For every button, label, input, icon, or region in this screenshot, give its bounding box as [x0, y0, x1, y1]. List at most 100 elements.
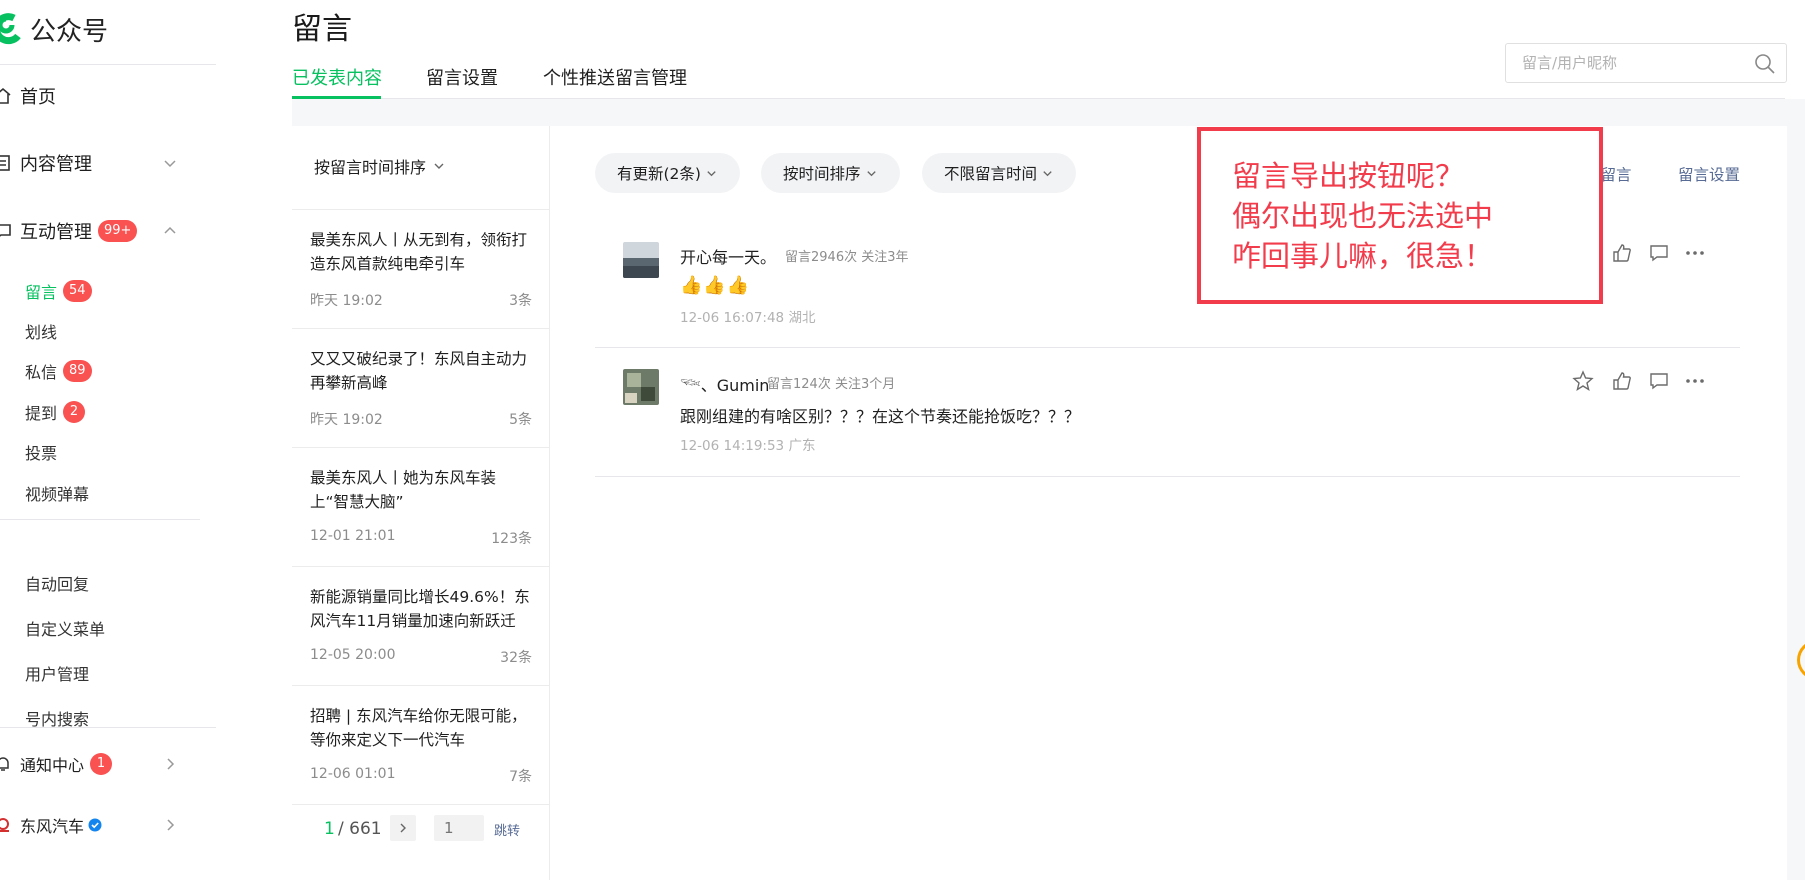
tab-comment-settings[interactable]: 留言设置 [426, 64, 498, 90]
chevron-up-icon [164, 226, 176, 234]
sidebar-item-label: 通知中心 [20, 756, 85, 775]
avatar[interactable] [623, 242, 659, 278]
reply-icon[interactable] [1648, 242, 1670, 264]
article-comment-count: 5条 [509, 412, 532, 428]
search-icon[interactable] [1754, 53, 1776, 75]
tab-personalized-push[interactable]: 个性推送留言管理 [543, 64, 687, 90]
sidebar-item-label: 私信 [25, 363, 58, 382]
wechat-logo-icon [0, 13, 21, 45]
filter-updates[interactable]: 有更新(2条) [595, 153, 740, 193]
sidebar-item-label: 首页 [20, 87, 56, 108]
article-item[interactable]: 新能源销量同比增长49.6%！东风汽车11月销量加速向新跃迁 12-05 20:… [292, 567, 549, 686]
comment-settings-link[interactable]: 留言设置 [1678, 163, 1740, 185]
article-list: 按留言时间排序 最美东风人丨从无到有，领衔打造东风首款纯电牵引车 昨天 19:0… [292, 126, 550, 880]
sidebar-item-interaction[interactable]: 互动管理 99+ [0, 211, 216, 251]
annotation-box: 留言导出按钮呢？ 偶尔出现也无法选中 咋回事儿嘛，很急！ [1197, 127, 1603, 304]
comment-actions [1572, 370, 1712, 394]
sidebar-divider [0, 727, 216, 728]
chevron-right-icon [167, 758, 175, 770]
next-page-button[interactable] [390, 815, 416, 841]
article-time: 12-05 20:00 [310, 647, 396, 663]
sidebar-item-label: 划线 [25, 323, 58, 342]
chevron-right-icon [167, 819, 175, 831]
article-title: 又又又破纪录了！东风自主动力再攀新高峰 [310, 350, 528, 392]
commenter-name[interactable]: 𓆝、Gumin [680, 371, 769, 397]
sidebar-item-mentions[interactable]: 提到 2 [25, 398, 86, 426]
sidebar-item-comments[interactable]: 留言 54 [25, 277, 92, 305]
document-icon [0, 155, 10, 171]
article-title: 招聘 | 东风汽车给你无限可能，等你来定义下一代汽车 [310, 707, 527, 749]
commenter-name[interactable]: 开心每一天。 [680, 244, 776, 268]
sidebar-item-notifications[interactable]: 通知中心 1 [0, 744, 216, 784]
notify-badge: 1 [90, 753, 113, 775]
article-time: 昨天 19:02 [310, 293, 383, 309]
more-icon[interactable] [1684, 242, 1706, 264]
sidebar-item-custom-menu[interactable]: 自定义菜单 [25, 614, 105, 642]
article-time: 12-01 21:01 [310, 528, 396, 544]
sidebar-item-messages[interactable]: 私信 89 [25, 357, 92, 385]
sidebar-item-content[interactable]: 内容管理 [0, 143, 216, 183]
annotation-line: 留言导出按钮呢？ [1232, 159, 1465, 193]
sidebar-item-danmaku[interactable]: 视频弹幕 [25, 479, 89, 507]
comment-footer: 12-06 14:19:53 广东 [680, 438, 816, 454]
sidebar-item-auto-reply[interactable]: 自动回复 [25, 569, 89, 597]
article-item[interactable]: 最美东风人丨她为东风车装上“智慧大脑” 12-01 21:01 123条 [292, 448, 549, 567]
interaction-badge: 99+ [98, 220, 138, 242]
commenter-meta: 留言124次 关注3个月 [767, 377, 896, 392]
sidebar-item-label: 投票 [25, 444, 58, 463]
comment-body: 👍👍👍 [680, 275, 751, 296]
comment-body: 跟刚组建的有啥区别？？？在这个节奏还能抢饭吃？？？ [680, 407, 1081, 426]
filter-time-range[interactable]: 不限留言时间 [922, 153, 1077, 193]
search-input[interactable] [1522, 52, 1742, 74]
filter-label: 按时间排序 [783, 165, 861, 183]
comments-badge: 54 [63, 280, 92, 302]
sidebar-item-underline[interactable]: 划线 [25, 317, 57, 345]
current-page: 1 [324, 819, 335, 839]
app-root: 公众号 首页 内容管理 互动管理 99+ 留言 54 划线 私信 89 提到 2… [0, 0, 1805, 880]
tab-published[interactable]: 已发表内容 [292, 64, 382, 90]
page-number-input[interactable] [434, 815, 484, 841]
sidebar-item-account[interactable]: 东风汽车 [0, 805, 216, 845]
sidebar-item-label: 自定义菜单 [25, 620, 106, 639]
chevron-down-icon [707, 170, 716, 176]
sidebar-item-label: 视频弹幕 [25, 485, 90, 504]
jump-button[interactable]: 跳转 [494, 820, 520, 839]
comment-item: 𓆝、Gumin 留言124次 关注3个月 跟刚组建的有啥区别？？？在这个节奏还能… [595, 349, 1740, 477]
reply-icon[interactable] [1648, 370, 1670, 392]
chevron-down-icon [434, 163, 444, 169]
sidebar: 公众号 首页 内容管理 互动管理 99+ 留言 54 划线 私信 89 提到 2… [0, 0, 216, 880]
page-title: 留言 [292, 12, 352, 47]
commenter-meta: 留言2946次 关注3年 [785, 250, 909, 265]
sidebar-item-home[interactable]: 首页 [0, 76, 216, 116]
comment-footer: 12-06 16:07:48 湖北 [680, 310, 816, 326]
sidebar-item-label: 内容管理 [20, 154, 92, 175]
article-time: 12-06 01:01 [310, 766, 396, 782]
brand[interactable]: 公众号 [0, 8, 108, 50]
star-icon[interactable] [1572, 370, 1594, 392]
article-time: 昨天 19:02 [310, 412, 383, 428]
thumb-up-icon[interactable] [1611, 242, 1633, 264]
search-box [1505, 43, 1787, 83]
sidebar-item-label: 留言 [25, 283, 58, 302]
sidebar-item-label: 用户管理 [25, 665, 90, 684]
sidebar-item-label: 互动管理 [20, 222, 92, 243]
article-title: 最美东风人丨她为东风车装上“智慧大脑” [310, 469, 497, 511]
messages-badge: 89 [63, 360, 92, 382]
filter-label: 不限留言时间 [944, 165, 1038, 183]
article-sort-dropdown[interactable]: 按留言时间排序 [314, 154, 446, 178]
sidebar-item-label: 自动回复 [25, 575, 90, 594]
article-item[interactable]: 招聘 | 东风汽车给你无限可能，等你来定义下一代汽车 12-06 01:01 7… [292, 686, 549, 805]
filter-sort-time[interactable]: 按时间排序 [761, 153, 900, 193]
avatar[interactable] [623, 369, 659, 405]
chevron-down-icon [866, 170, 876, 176]
article-title: 新能源销量同比增长49.6%！东风汽车11月销量加速向新跃迁 [310, 588, 530, 630]
more-icon[interactable] [1684, 370, 1706, 392]
thumb-up-icon[interactable] [1611, 370, 1633, 392]
brand-name: 公众号 [30, 16, 109, 47]
sidebar-item-label: 提到 [25, 404, 58, 423]
article-item[interactable]: 最美东风人丨从无到有，领衔打造东风首款纯电牵引车 昨天 19:02 3条 [292, 210, 549, 329]
sidebar-item-vote[interactable]: 投票 [25, 438, 57, 466]
chevron-right-icon [400, 823, 406, 833]
sidebar-item-user-mgmt[interactable]: 用户管理 [25, 659, 89, 687]
article-item[interactable]: 又又又破纪录了！东风自主动力再攀新高峰 昨天 19:02 5条 [292, 329, 549, 448]
